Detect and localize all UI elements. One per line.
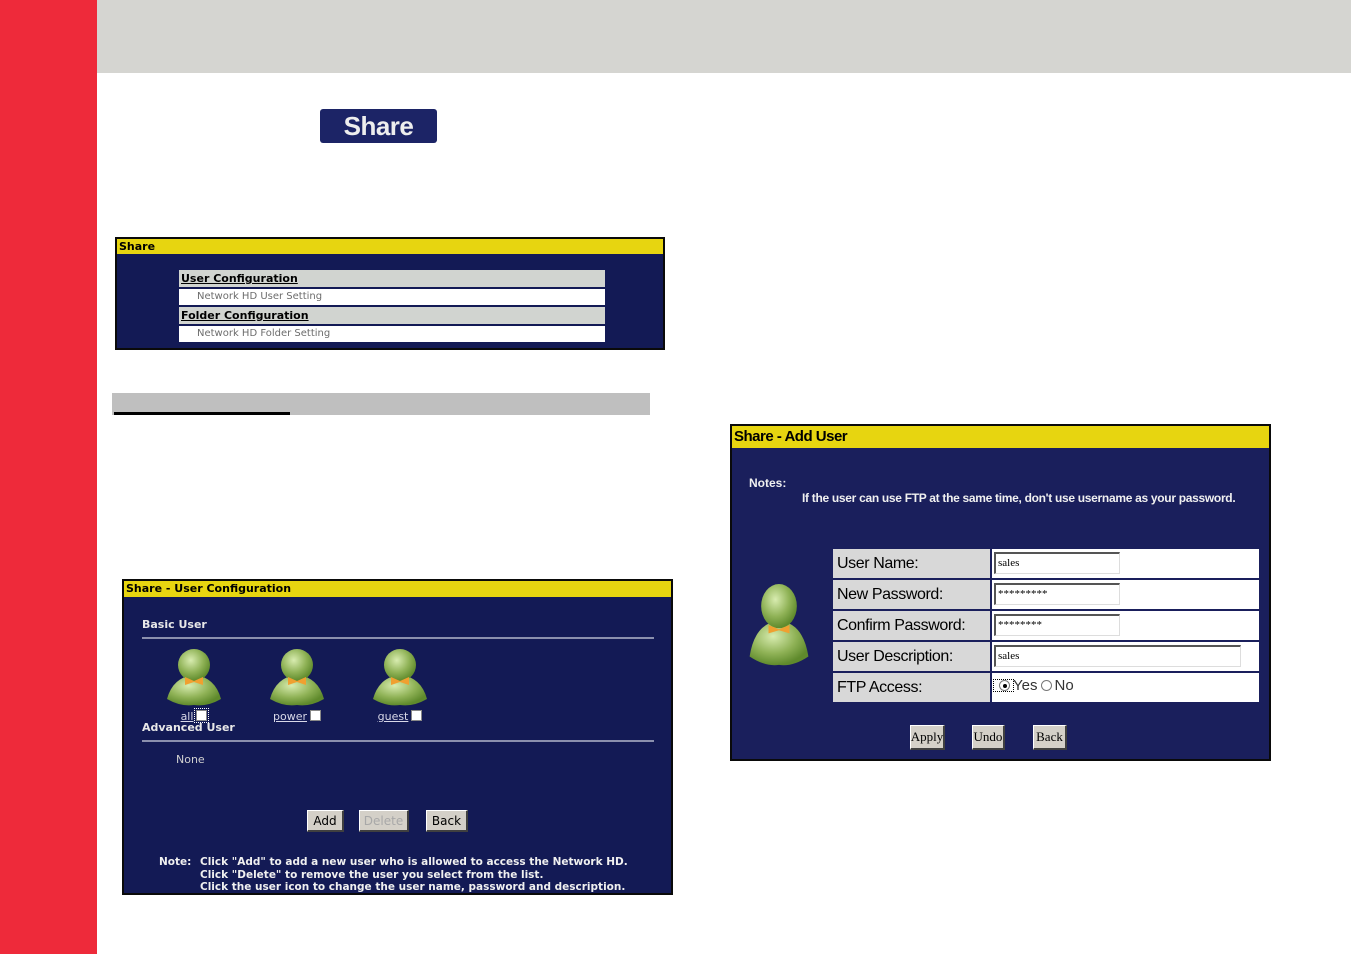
notes-label: Notes: <box>749 476 787 490</box>
share-menu-table: User Configuration Network HD User Setti… <box>179 270 605 344</box>
note-line: Click the user icon to change the user n… <box>200 881 626 893</box>
user-name-input[interactable]: sales <box>994 552 1120 574</box>
menu-item-network-hd-user-setting[interactable]: Network HD User Setting <box>179 289 605 305</box>
user-icon[interactable] <box>369 647 431 707</box>
user-icon[interactable] <box>163 647 225 707</box>
user-icon <box>749 584 809 666</box>
user-item-all: all <box>154 647 234 725</box>
user-link-power[interactable]: power <box>273 710 307 723</box>
form-row-user-description: User Description: sales <box>833 642 1259 671</box>
section-underline <box>114 412 290 415</box>
divider <box>142 637 654 639</box>
form-row-new-password: New Password: ********* <box>833 580 1259 609</box>
ftp-no-label[interactable]: No <box>1054 677 1073 694</box>
user-item-guest: guest <box>360 647 440 725</box>
add-user-panel: Share - Add User Notes: If the user can … <box>730 424 1271 761</box>
user-name-label: User Name: <box>833 549 990 578</box>
ftp-access-label: FTP Access: <box>833 673 990 702</box>
user-checkbox-all[interactable] <box>194 708 210 724</box>
form-row-ftp-access: FTP Access: Yes No <box>833 673 1259 702</box>
user-checkbox-power[interactable] <box>310 710 321 722</box>
form-row-confirm-password: Confirm Password: ******** <box>833 611 1259 640</box>
share-menu-panel: Share User Configuration Network HD User… <box>115 237 665 350</box>
user-link-guest[interactable]: guest <box>378 710 409 723</box>
new-password-input[interactable]: ********* <box>994 583 1120 605</box>
panel-title: Share <box>117 239 663 254</box>
add-user-form: User Name: sales New Password: *********… <box>833 549 1259 704</box>
advanced-users-empty: None <box>176 753 205 766</box>
sidebar-red-bar <box>0 0 97 954</box>
menu-heading-user-configuration[interactable]: User Configuration <box>179 270 605 287</box>
note-line: Click "Delete" to remove the user you se… <box>200 868 544 881</box>
ftp-yes-radio[interactable] <box>999 680 1010 691</box>
menu-item-network-hd-folder-setting[interactable]: Network HD Folder Setting <box>179 326 605 342</box>
note-line: Click "Add" to add a new user who is all… <box>200 856 628 868</box>
confirm-password-input[interactable]: ******** <box>994 614 1120 636</box>
share-badge: Share <box>320 109 437 143</box>
form-row-user-name: User Name: sales <box>833 549 1259 578</box>
ftp-no-radio[interactable] <box>1041 680 1053 691</box>
user-description-label: User Description: <box>833 642 990 671</box>
advanced-user-label: Advanced User <box>142 721 235 734</box>
panel-title: Share - User Configuration <box>124 581 671 597</box>
delete-button[interactable]: Delete <box>359 810 409 832</box>
back-button[interactable]: Back <box>426 810 468 832</box>
notes-text: If the user can use FTP at the same time… <box>802 491 1236 505</box>
note-label: Note: <box>159 856 192 868</box>
header-bar <box>97 0 1351 73</box>
new-password-label: New Password: <box>833 580 990 609</box>
back-button[interactable]: Back <box>1033 725 1067 750</box>
section-divider-strip <box>112 393 650 415</box>
user-item-power: power <box>257 647 337 725</box>
apply-button[interactable]: Apply <box>910 725 945 750</box>
user-checkbox-guest[interactable] <box>411 710 423 722</box>
menu-heading-folder-configuration[interactable]: Folder Configuration <box>179 307 605 324</box>
ftp-yes-label[interactable]: Yes <box>1013 677 1037 694</box>
add-button[interactable]: Add <box>307 810 344 832</box>
undo-button[interactable]: Undo <box>972 725 1005 750</box>
user-icon[interactable] <box>266 647 328 707</box>
divider <box>142 740 654 742</box>
user-description-input[interactable]: sales <box>994 645 1241 667</box>
basic-user-label: Basic User <box>142 618 207 631</box>
user-configuration-panel: Share - User Configuration Basic User al… <box>122 579 673 895</box>
confirm-password-label: Confirm Password: <box>833 611 990 640</box>
panel-title: Share - Add User <box>732 426 1269 448</box>
